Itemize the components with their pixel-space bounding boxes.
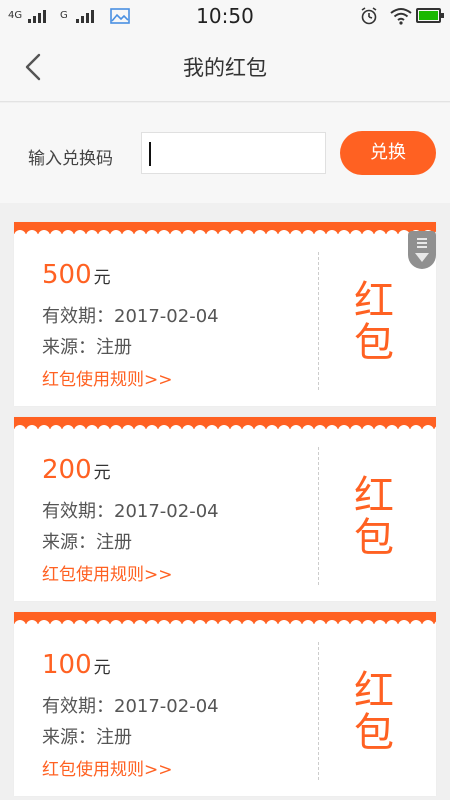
- clock: 10:50: [196, 4, 254, 28]
- validity-value: 2017-02-04: [114, 501, 219, 522]
- seal-char-bottom: 包: [354, 515, 394, 561]
- packet-amount-unit: 元: [93, 268, 111, 288]
- packet-source: 来源：注册: [42, 333, 132, 359]
- red-packet-card: 200 元 有效期：2017-02-04 来源：注册 红包使用规则>> 红 包: [14, 417, 436, 601]
- source-label: 来源：: [42, 337, 96, 358]
- packet-source: 来源：注册: [42, 723, 132, 749]
- packet-rules-link[interactable]: 红包使用规则>>: [42, 365, 173, 390]
- red-packet-card: 500 元 有效期：2017-02-04 来源：注册 红包使用规则>> 红 包: [14, 222, 436, 406]
- status-bar: 4G G 10:50: [0, 0, 450, 32]
- card-divider: [318, 642, 319, 780]
- card-divider: [318, 252, 319, 390]
- page-title: 我的红包: [183, 56, 267, 80]
- packet-seal-text: 红 包: [354, 670, 394, 754]
- red-packet-card: 100 元 有效期：2017-02-04 来源：注册 红包使用规则>> 红 包: [14, 612, 436, 796]
- wifi-icon: [390, 8, 412, 25]
- packet-seal-text: 红 包: [354, 280, 394, 364]
- validity-value: 2017-02-04: [114, 696, 219, 717]
- source-value: 注册: [96, 532, 132, 553]
- packet-amount-value: 100: [42, 650, 92, 680]
- validity-label: 有效期：: [42, 696, 114, 717]
- packet-validity: 有效期：2017-02-04: [42, 497, 219, 523]
- validity-label: 有效期：: [42, 306, 114, 327]
- packet-amount-unit: 元: [93, 463, 111, 483]
- packet-amount-unit: 元: [93, 658, 111, 678]
- alarm-icon: [361, 7, 377, 25]
- battery-icon: [416, 8, 444, 23]
- validity-label: 有效期：: [42, 501, 114, 522]
- source-label: 来源：: [42, 727, 96, 748]
- packet-rules-link[interactable]: 红包使用规则>>: [42, 560, 173, 585]
- packet-amount-value: 500: [42, 260, 92, 290]
- scroll-handle[interactable]: [408, 231, 436, 269]
- redeem-section: 输入兑换码 兑换: [0, 103, 450, 203]
- packet-amount: 200 元: [42, 455, 111, 485]
- source-value: 注册: [96, 727, 132, 748]
- source-value: 注册: [96, 337, 132, 358]
- validity-value: 2017-02-04: [114, 306, 219, 327]
- redeem-button[interactable]: 兑换: [340, 131, 436, 175]
- source-label: 来源：: [42, 532, 96, 553]
- text-cursor: [149, 142, 151, 166]
- seal-char-top: 红: [354, 278, 394, 324]
- packet-amount-value: 200: [42, 455, 92, 485]
- header: 我的红包: [0, 32, 450, 102]
- packet-source: 来源：注册: [42, 528, 132, 554]
- packet-rules-link[interactable]: 红包使用规则>>: [42, 755, 173, 780]
- card-divider: [318, 447, 319, 585]
- packet-amount: 100 元: [42, 650, 111, 680]
- redeem-code-label: 输入兑换码: [28, 149, 113, 169]
- packet-seal-text: 红 包: [354, 475, 394, 559]
- packet-validity: 有效期：2017-02-04: [42, 302, 219, 328]
- redeem-code-input[interactable]: [141, 132, 326, 174]
- seal-char-bottom: 包: [354, 320, 394, 366]
- card-scallop-border: [14, 222, 436, 240]
- packet-validity: 有效期：2017-02-04: [42, 692, 219, 718]
- card-scallop-border: [14, 417, 436, 435]
- seal-char-top: 红: [354, 668, 394, 714]
- packet-amount: 500 元: [42, 260, 111, 290]
- seal-char-top: 红: [354, 473, 394, 519]
- arrow-down-icon: [415, 253, 429, 262]
- card-scallop-border: [14, 612, 436, 630]
- seal-char-bottom: 包: [354, 710, 394, 756]
